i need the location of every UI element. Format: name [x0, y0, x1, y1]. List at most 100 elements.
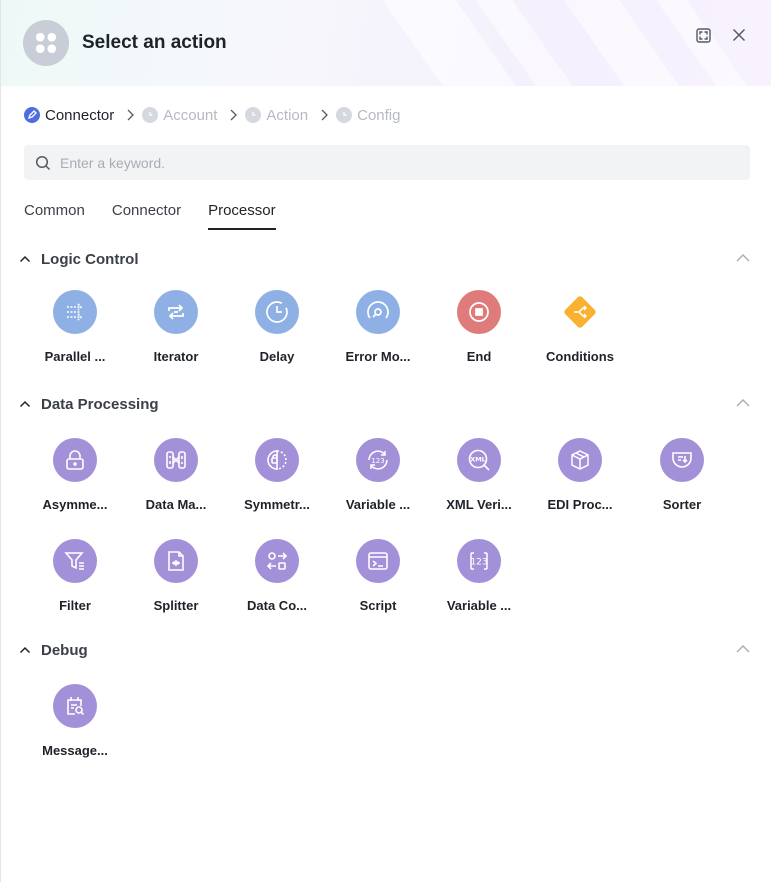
step-config[interactable]: Config — [336, 107, 400, 124]
tile-symmetric-encryption[interactable]: Symmetr... — [233, 438, 321, 528]
iterator-icon — [154, 290, 198, 334]
message-inspect-icon — [53, 684, 97, 728]
symmetric-encryption-icon — [255, 438, 299, 482]
step-label: Config — [357, 106, 401, 124]
dialog-header: Select an action — [1, 0, 771, 86]
step-label: Account — [163, 106, 218, 124]
tile-variable-cycle[interactable]: 123 Variable ... — [334, 438, 422, 528]
fullscreen-icon[interactable] — [694, 26, 712, 44]
tile-label: Data Ma... — [145, 497, 207, 512]
category-tabs: Common Connector Processor — [24, 202, 303, 232]
select-action-dialog: Select an action Connector Account Actio… — [0, 0, 771, 882]
data-conversion-icon — [255, 539, 299, 583]
svg-text:123: 123 — [371, 457, 384, 465]
section-header[interactable]: Debug — [1, 639, 771, 661]
tile-conditions[interactable]: Conditions — [536, 290, 624, 380]
step-action[interactable]: Action — [245, 107, 308, 124]
tile-end[interactable]: End — [435, 290, 523, 380]
chevron-up-icon — [19, 398, 31, 410]
chevron-up-icon — [19, 644, 31, 656]
search-box — [24, 145, 750, 180]
section-header[interactable]: Data Processing — [1, 393, 771, 415]
edit-icon — [24, 107, 40, 123]
tile-asymmetric-encryption[interactable]: Asymme... — [31, 438, 119, 528]
svg-text:XML: XML — [470, 456, 486, 464]
tile-label: Symmetr... — [244, 497, 310, 512]
tile-label: Variable ... — [345, 497, 411, 512]
delay-icon — [255, 290, 299, 334]
search-icon — [35, 155, 51, 171]
search-input[interactable] — [60, 154, 740, 171]
chevron-right-icon — [320, 109, 329, 121]
xml-verify-icon: XML — [457, 438, 501, 482]
tile-label: Conditions — [546, 349, 614, 364]
step-label: Action — [266, 106, 309, 124]
splitter-icon — [154, 539, 198, 583]
tile-parallel[interactable]: Parallel ... — [31, 290, 119, 380]
chevron-right-icon — [229, 109, 238, 121]
chevron-up-icon — [19, 253, 31, 265]
tile-edi-processor[interactable]: EDI Proc... — [536, 438, 624, 528]
clock-icon — [142, 107, 159, 123]
section-data-processing: Data Processing Asymme... Data Ma... Sym… — [1, 393, 771, 634]
parallel-icon — [53, 290, 97, 334]
tile-label: Filter — [59, 598, 91, 613]
error-monitor-icon — [356, 290, 400, 334]
step-connector[interactable]: Connector — [24, 107, 114, 124]
tab-processor[interactable]: Processor — [208, 202, 276, 230]
tile-label: Iterator — [153, 349, 199, 364]
tile-label: XML Veri... — [446, 497, 512, 512]
section-title: Logic Control — [41, 250, 139, 268]
variable-cycle-icon: 123 — [356, 438, 400, 482]
tile-xml-verify[interactable]: XML XML Veri... — [435, 438, 523, 528]
tab-common[interactable]: Common — [24, 202, 85, 230]
tile-delay[interactable]: Delay — [233, 290, 321, 380]
tile-message-inspect[interactable]: Message... — [31, 684, 119, 774]
chevron-right-icon — [126, 109, 135, 121]
tile-label: Script — [359, 598, 397, 613]
section-logic-control: Logic Control Parallel ... Iterator Dela… — [1, 248, 771, 386]
tile-label: Parallel ... — [44, 349, 106, 364]
section-title: Data Processing — [41, 395, 159, 413]
tile-data-conversion[interactable]: Data Co... — [233, 539, 321, 629]
tile-label: End — [466, 349, 492, 364]
tile-label: Splitter — [153, 598, 199, 613]
edi-processor-icon — [558, 438, 602, 482]
step-breadcrumb: Connector Account Action Config — [24, 104, 400, 126]
tab-connector[interactable]: Connector — [112, 202, 181, 230]
app-grid-icon — [23, 20, 69, 66]
tile-label: Data Co... — [247, 598, 307, 613]
clock-icon — [245, 107, 262, 123]
data-mapping-icon — [154, 438, 198, 482]
tile-variable[interactable]: 123 Variable ... — [435, 539, 523, 629]
tile-label: Asymme... — [42, 497, 108, 512]
tile-label: Error Mo... — [345, 349, 411, 364]
tile-filter[interactable]: Filter — [31, 539, 119, 629]
collapse-chevron-icon[interactable] — [736, 253, 750, 265]
section-debug: Debug Message... — [1, 639, 771, 780]
tile-script[interactable]: Script — [334, 539, 422, 629]
tile-label: Sorter — [662, 497, 702, 512]
tile-error-monitor[interactable]: Error Mo... — [334, 290, 422, 380]
tile-splitter[interactable]: Splitter — [132, 539, 220, 629]
tile-label: Message... — [42, 743, 108, 758]
asymmetric-encryption-icon — [53, 438, 97, 482]
filter-icon — [53, 539, 97, 583]
clock-icon — [336, 107, 353, 123]
variable-icon: 123 — [457, 539, 501, 583]
collapse-chevron-icon[interactable] — [736, 644, 750, 656]
step-account[interactable]: Account — [142, 107, 217, 124]
collapse-chevron-icon[interactable] — [736, 398, 750, 410]
close-icon[interactable] — [730, 26, 748, 44]
tile-data-mapping[interactable]: Data Ma... — [132, 438, 220, 528]
tile-iterator[interactable]: Iterator — [132, 290, 220, 380]
end-icon — [457, 290, 501, 334]
dialog-title: Select an action — [82, 32, 227, 53]
tile-label: EDI Proc... — [547, 497, 613, 512]
tile-label: Variable ... — [446, 598, 512, 613]
section-title: Debug — [41, 641, 88, 659]
section-header[interactable]: Logic Control — [1, 248, 771, 270]
conditions-icon — [564, 296, 596, 328]
step-label: Connector — [45, 106, 115, 124]
tile-sorter[interactable]: Sorter — [638, 438, 726, 528]
